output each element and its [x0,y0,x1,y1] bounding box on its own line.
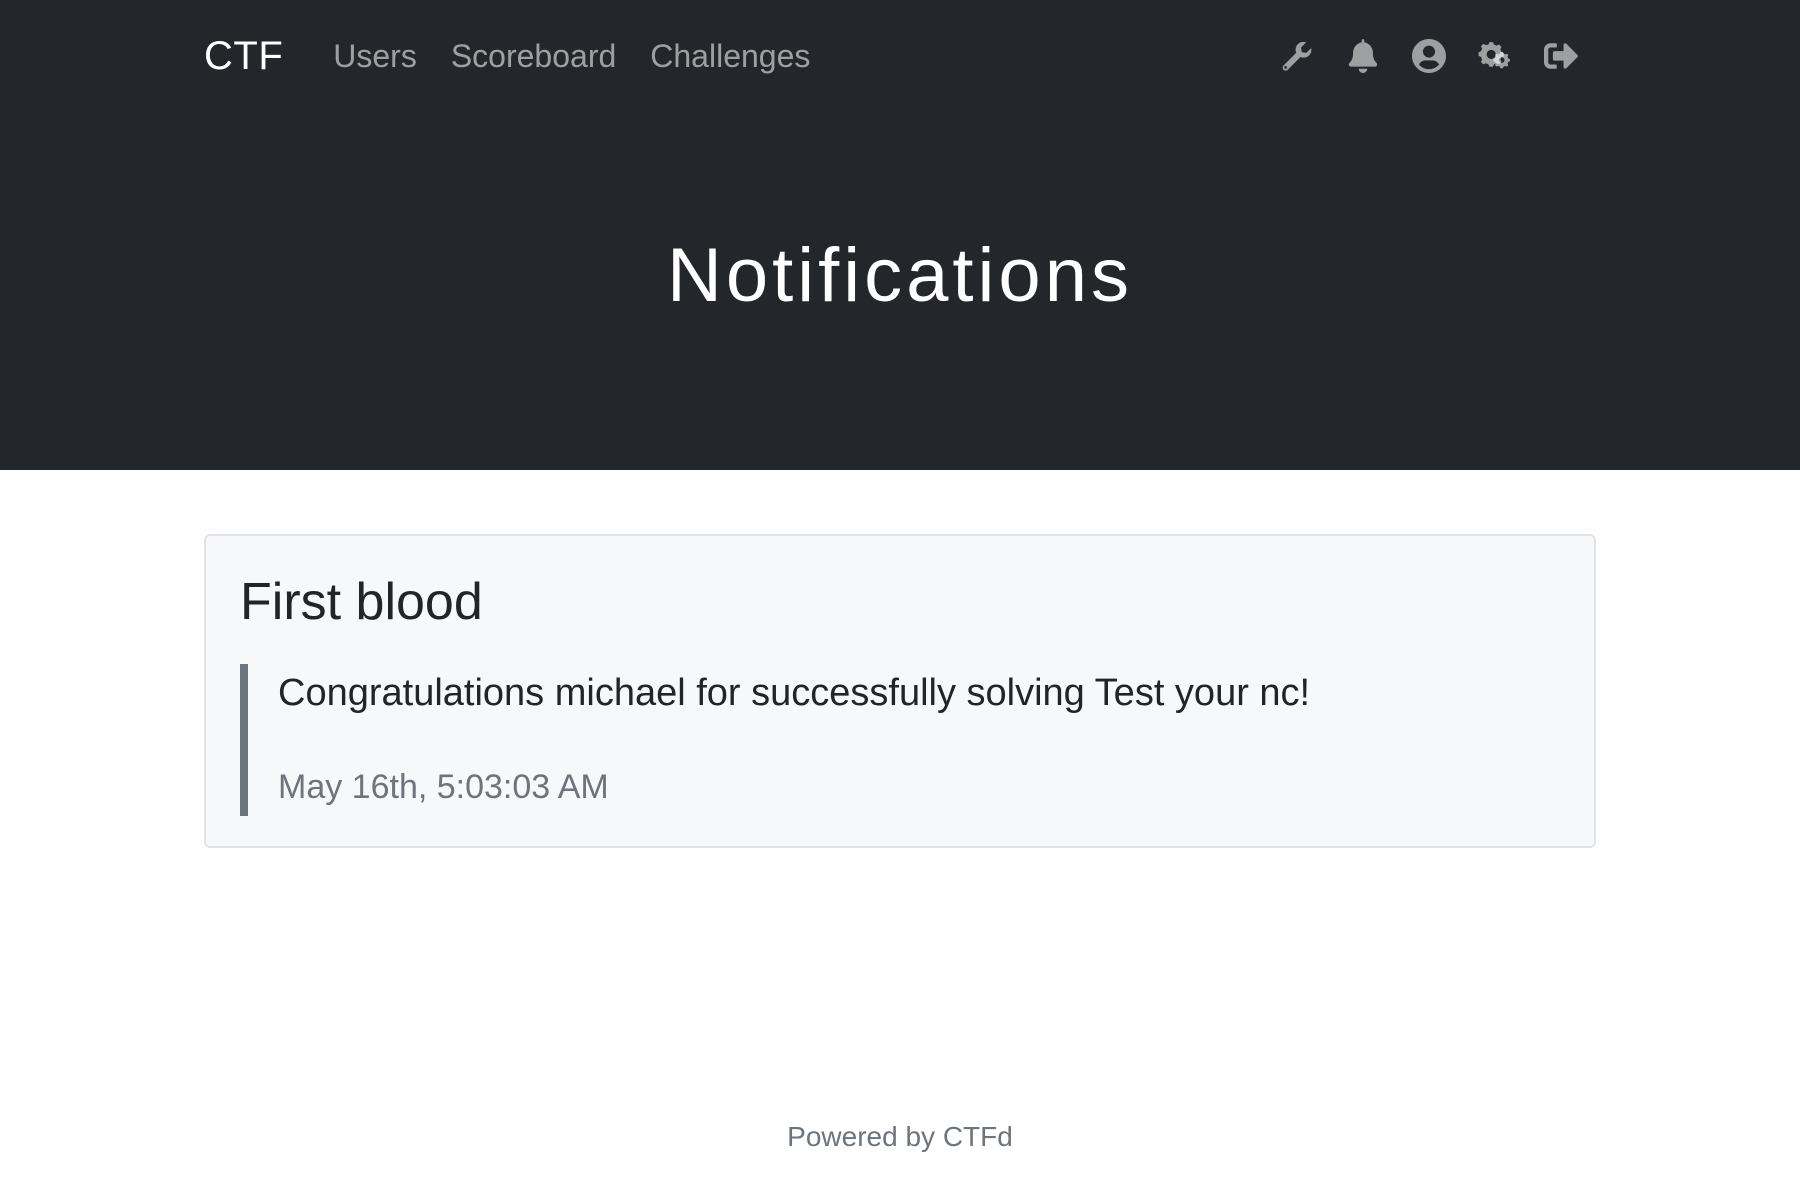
notification-body: Congratulations michael for successfully… [240,664,1560,816]
header-jumbotron: CTF Users Scoreboard Challenges Notifica… [0,0,1800,470]
user-circle-icon[interactable] [1410,37,1448,75]
notification-title: First blood [240,573,483,631]
notification-content: Congratulations michael for successfully… [278,672,1311,714]
cogs-icon[interactable] [1476,37,1514,75]
wrench-icon[interactable] [1278,37,1316,75]
page-title: Notifications [667,233,1133,318]
bell-icon[interactable] [1344,37,1382,75]
nav-link-scoreboard[interactable]: Scoreboard [451,38,616,75]
notification-card: First blood Congratulations michael for … [204,534,1596,848]
nav-link-challenges[interactable]: Challenges [650,38,810,75]
nav-link-users[interactable]: Users [333,38,417,75]
notification-timestamp: May 16th, 5:03:03 AM [278,768,609,806]
nav-links: Users Scoreboard Challenges [333,38,810,75]
brand-link[interactable]: CTF [204,34,283,79]
footer-powered-by-link[interactable]: Powered by CTFd [0,1121,1800,1153]
navbar: CTF Users Scoreboard Challenges [204,28,1596,84]
sign-out-icon[interactable] [1542,37,1580,75]
nav-icon-group [1278,37,1580,75]
